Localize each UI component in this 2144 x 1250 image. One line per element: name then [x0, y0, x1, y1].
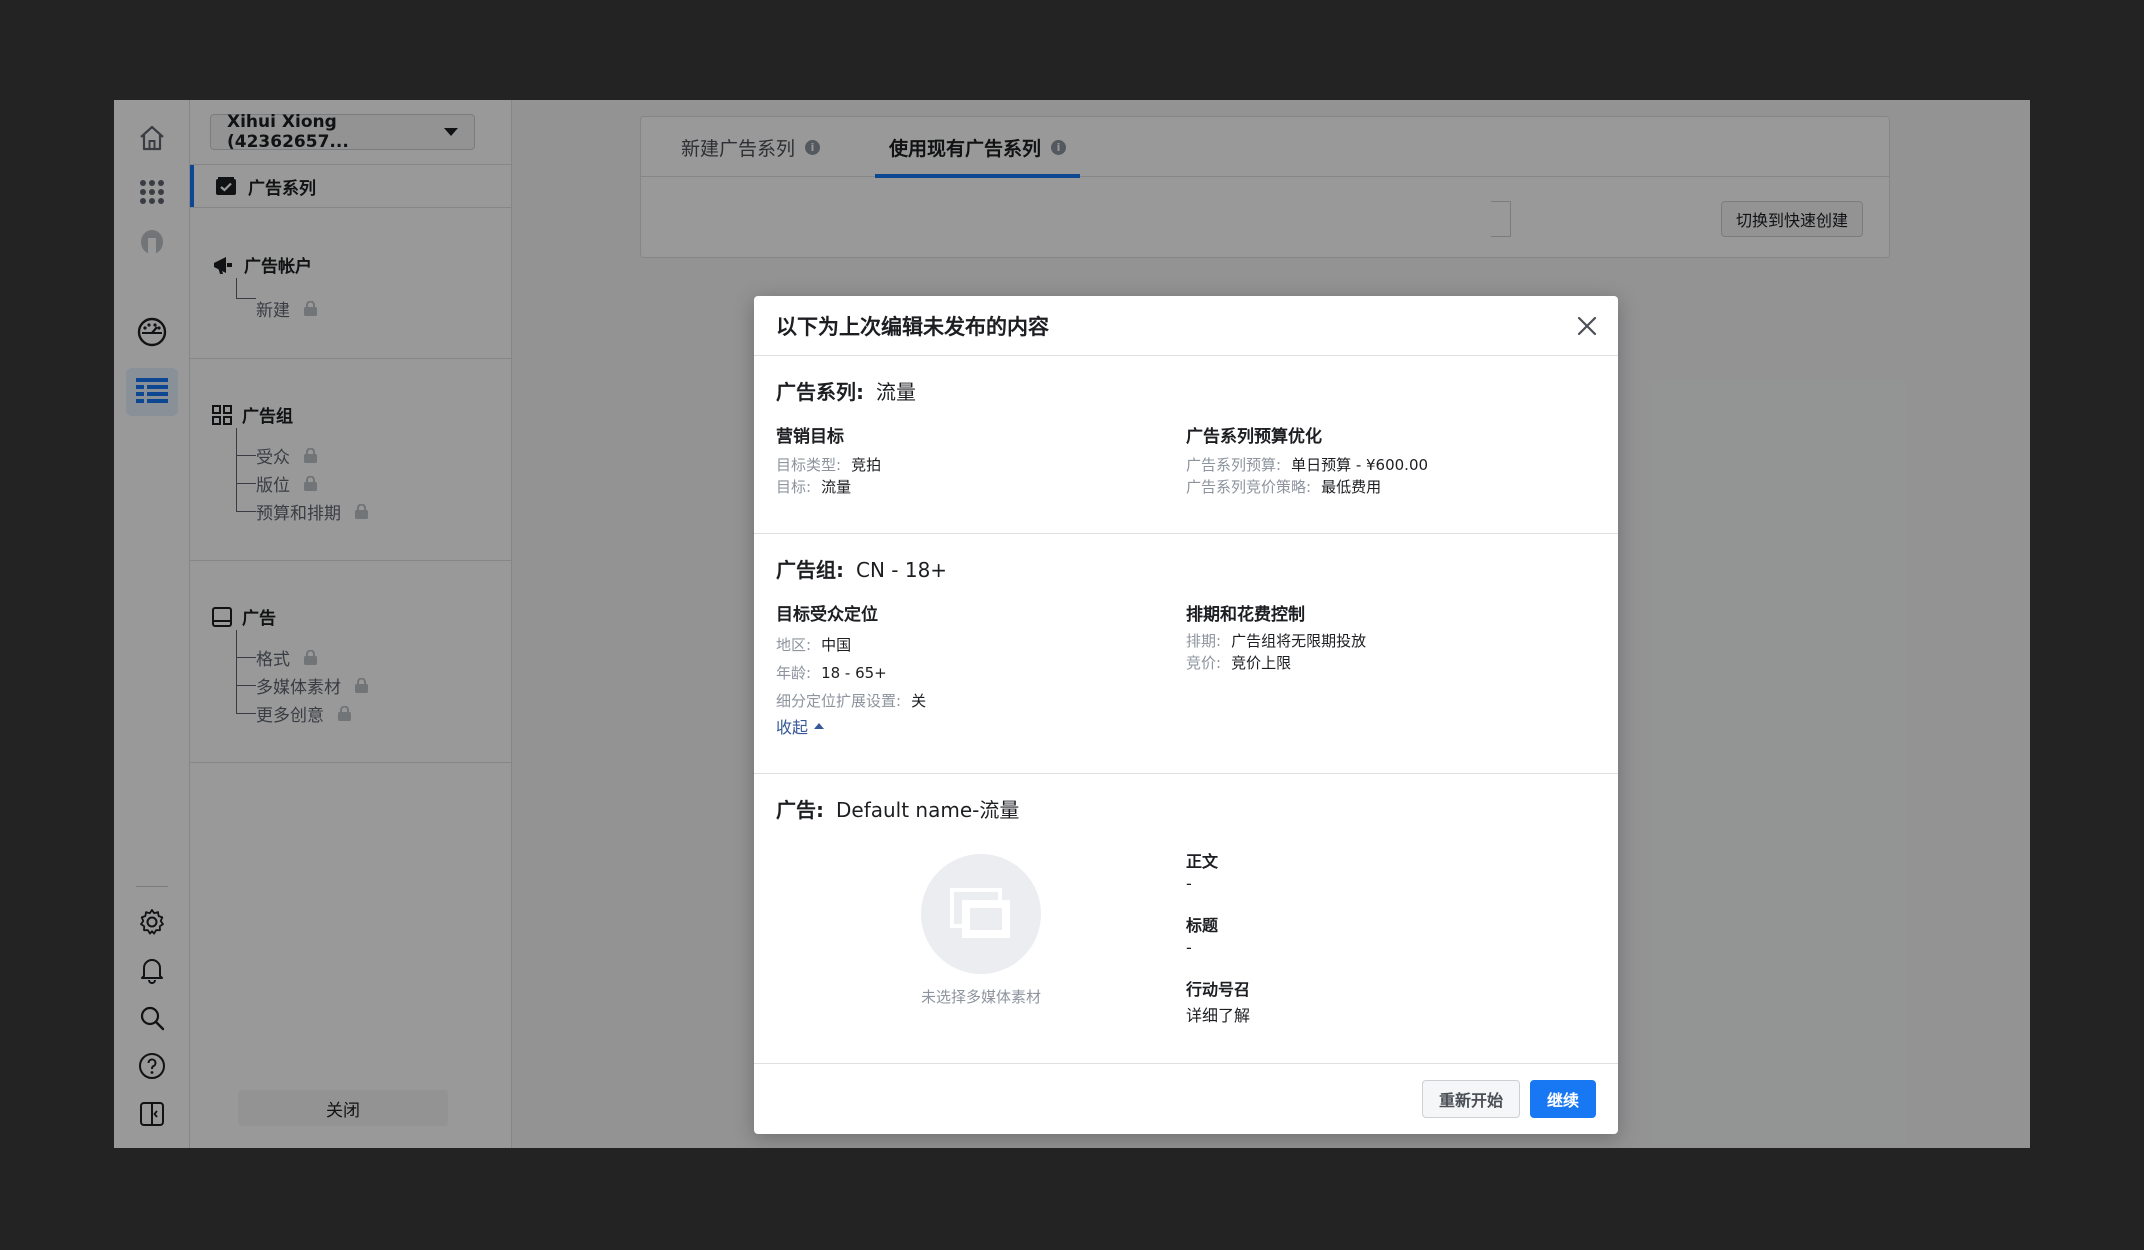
- campaign-heading: 广告系列: 流量: [776, 376, 916, 405]
- ad-cta-label: 行动号召: [1186, 980, 1251, 999]
- age-key: 年龄:: [776, 664, 812, 682]
- bid-row: 竞价: 竞价上限: [1186, 652, 1291, 673]
- media-placeholder-icon: [950, 888, 1010, 938]
- adset-name: CN - 18+: [856, 558, 948, 582]
- detailed-targeting-row: 细分定位扩展设置: 关: [776, 690, 926, 711]
- objective-value: 流量: [821, 478, 852, 496]
- campaign-budget-key: 广告系列预算:: [1186, 456, 1282, 474]
- bid-strategy-row: 广告系列竞价策略: 最低费用: [1186, 476, 1381, 497]
- dialog-title: 以下为上次编辑未发布的内容: [776, 314, 1049, 339]
- budget-optimization-heading: 广告系列预算优化: [1186, 427, 1322, 447]
- ad-summary-section: 广告: Default name-流量 未选择多媒体素材 正文 - 标题 - 行动…: [754, 774, 1618, 1064]
- ad-body-label: 正文: [1186, 852, 1219, 871]
- location-key: 地区:: [776, 636, 812, 654]
- ad-headline-label: 标题: [1186, 916, 1219, 935]
- bid-strategy-value: 最低费用: [1321, 478, 1382, 496]
- campaign-budget-value: 单日预算 - ¥600.00: [1291, 456, 1429, 474]
- objective-type-row: 目标类型: 竞拍: [776, 454, 881, 475]
- media-caption: 未选择多媒体素材: [920, 988, 1041, 1006]
- campaign-summary-section: 广告系列: 流量 营销目标 目标类型: 竞拍 目标: 流量 广告系列预算优化 广告系列…: [754, 356, 1618, 534]
- close-icon[interactable]: [1574, 313, 1600, 339]
- targeting-heading: 目标受众定位: [776, 605, 878, 625]
- bid-strategy-key: 广告系列竞价策略:: [1186, 478, 1312, 496]
- detailed-targeting-key: 细分定位扩展设置:: [776, 692, 902, 710]
- schedule-heading: 排期和花费控制: [1186, 605, 1305, 625]
- campaign-budget-row: 广告系列预算: 单日预算 - ¥600.00: [1186, 454, 1428, 475]
- location-value: 中国: [821, 636, 852, 654]
- location-row: 地区: 中国: [776, 634, 851, 655]
- campaign-label: 广告系列:: [776, 380, 864, 404]
- objective-type-key: 目标类型:: [776, 456, 842, 474]
- adset-summary-section: 广告组: CN - 18+ 目标受众定位 地区: 中国 年龄: 18 - 65+ 细分…: [754, 534, 1618, 774]
- ads-manager-window: Xihui Xiong (42362657... 广告系列 广告帐户 新建 广告…: [114, 100, 2030, 1148]
- restart-button[interactable]: 重新开始: [1421, 1080, 1520, 1118]
- bid-key: 竞价:: [1186, 654, 1222, 672]
- ad-label: 广告:: [776, 798, 824, 822]
- objective-row: 目标: 流量: [776, 476, 851, 497]
- adset-heading: 广告组: CN - 18+: [776, 554, 947, 583]
- ad-body-value: -: [1186, 874, 1192, 893]
- schedule-key: 排期:: [1186, 632, 1222, 650]
- objective-type-value: 竞拍: [851, 456, 882, 474]
- campaign-name: 流量: [876, 380, 916, 404]
- continue-button[interactable]: 继续: [1529, 1080, 1596, 1118]
- collapse-link[interactable]: 收起: [776, 714, 825, 738]
- objective-heading: 营销目标: [776, 427, 844, 447]
- ad-name: Default name-流量: [836, 798, 1020, 822]
- detailed-targeting-value: 关: [911, 692, 927, 710]
- objective-key: 目标:: [776, 478, 812, 496]
- schedule-row: 排期: 广告组将无限期投放: [1186, 630, 1366, 651]
- chevron-up-icon: [814, 723, 825, 729]
- collapse-label: 收起: [776, 718, 809, 737]
- dialog-header: 以下为上次编辑未发布的内容: [754, 296, 1618, 356]
- dialog-footer: 重新开始 继续: [754, 1064, 1618, 1134]
- ad-headline-value: -: [1186, 938, 1192, 957]
- media-placeholder: [921, 854, 1041, 974]
- ad-cta-value: 详细了解: [1186, 1006, 1251, 1025]
- unpublished-draft-dialog: 以下为上次编辑未发布的内容 广告系列: 流量 营销目标 目标类型: 竞拍 目标: 流量…: [754, 296, 1618, 1134]
- bid-value: 竞价上限: [1231, 654, 1292, 672]
- ad-heading: 广告: Default name-流量: [776, 794, 1019, 823]
- schedule-value: 广告组将无限期投放: [1231, 632, 1367, 650]
- age-value: 18 - 65+: [821, 664, 887, 682]
- age-row: 年龄: 18 - 65+: [776, 662, 887, 683]
- adset-label: 广告组:: [776, 558, 844, 582]
